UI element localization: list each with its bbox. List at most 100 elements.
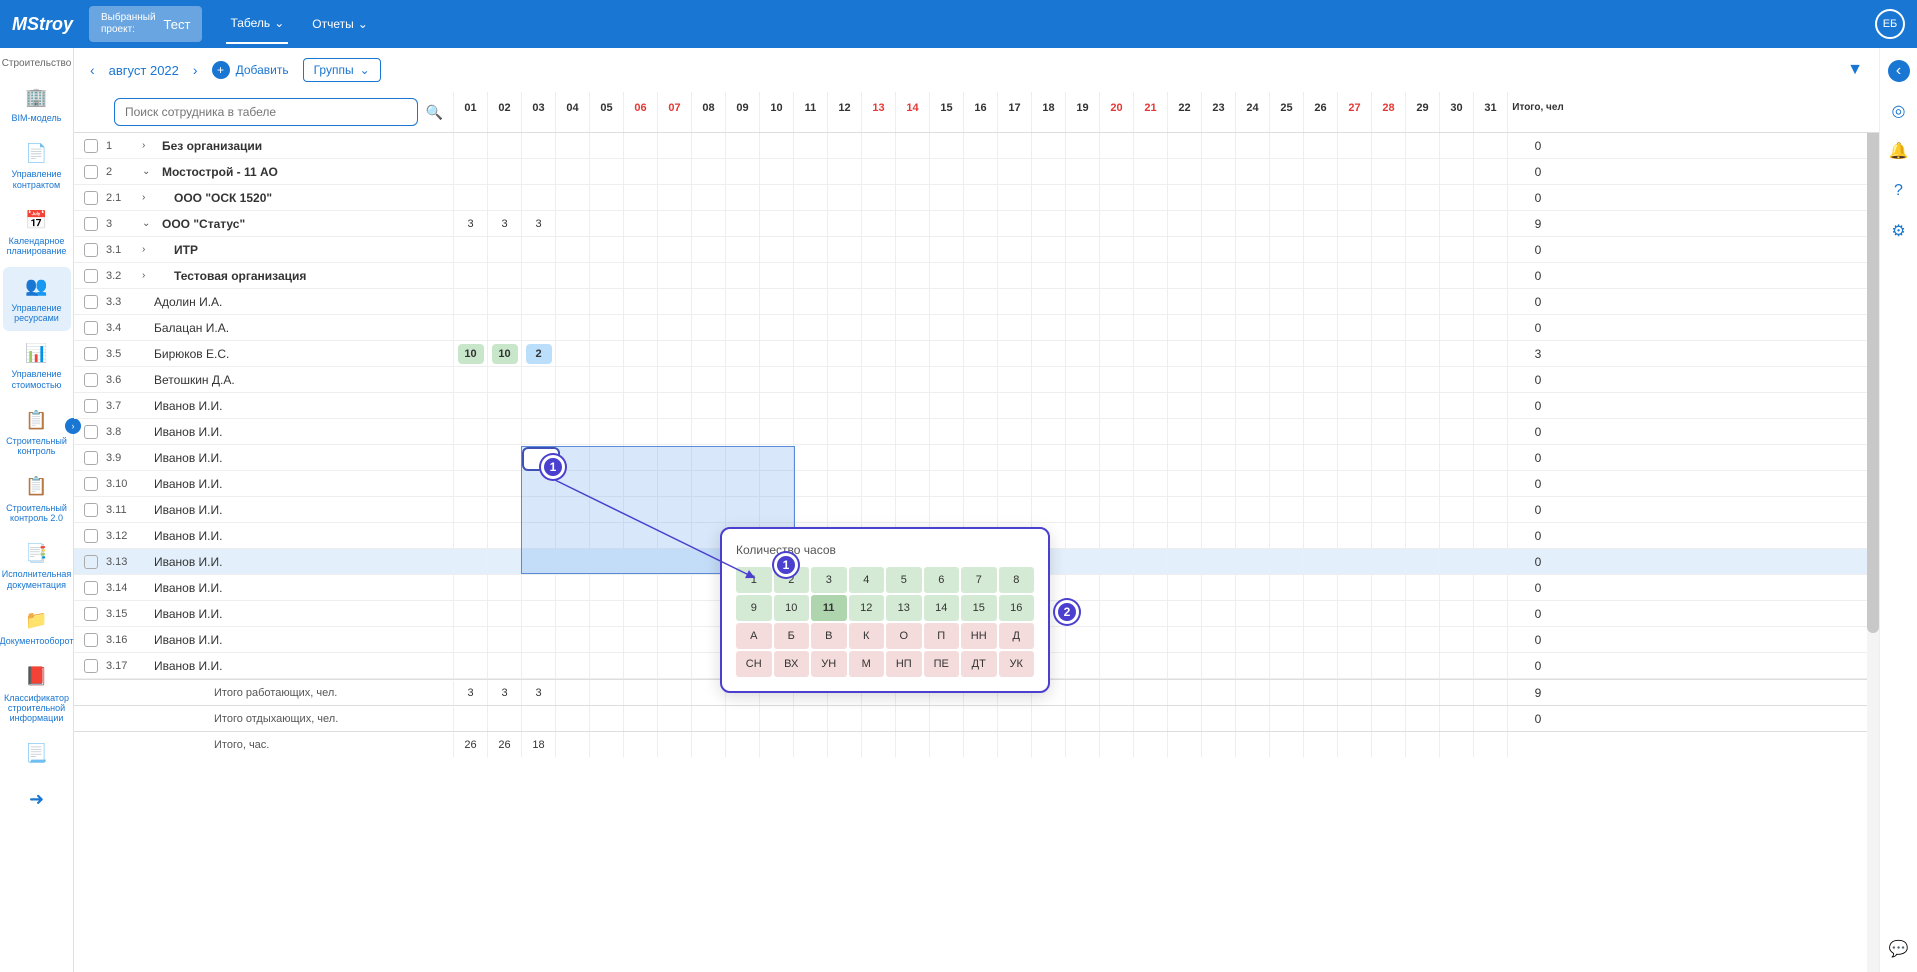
cell[interactable] <box>1406 653 1440 678</box>
hour-button[interactable]: 6 <box>924 567 960 593</box>
cell[interactable] <box>556 289 590 314</box>
sidebar-item[interactable]: 📃 <box>3 734 71 778</box>
cell[interactable] <box>1440 627 1474 652</box>
cell[interactable] <box>862 159 896 184</box>
cell[interactable] <box>522 133 556 158</box>
row-checkbox[interactable] <box>84 503 98 517</box>
sidebar-item[interactable]: 👥Управление ресурсами <box>3 267 71 332</box>
cell[interactable] <box>930 393 964 418</box>
cell[interactable] <box>1134 575 1168 600</box>
cell[interactable] <box>862 367 896 392</box>
cell[interactable] <box>1474 445 1508 470</box>
cell[interactable] <box>1270 237 1304 262</box>
cell[interactable] <box>1100 211 1134 236</box>
cell[interactable] <box>1406 445 1440 470</box>
cell[interactable] <box>1474 497 1508 522</box>
cell[interactable] <box>1338 601 1372 626</box>
cell[interactable] <box>930 133 964 158</box>
cell[interactable] <box>590 237 624 262</box>
hour-button[interactable]: 4 <box>849 567 885 593</box>
chat-icon[interactable]: 💬 <box>1888 938 1910 960</box>
sidebar-item[interactable]: 📅Календарное планирование <box>3 200 71 265</box>
cell[interactable] <box>1304 549 1338 574</box>
cell[interactable] <box>1304 237 1338 262</box>
cell[interactable] <box>488 289 522 314</box>
cell[interactable] <box>488 575 522 600</box>
cell[interactable] <box>862 341 896 366</box>
cell[interactable] <box>1338 471 1372 496</box>
cell[interactable] <box>964 341 998 366</box>
cell[interactable] <box>794 445 828 470</box>
expand-icon[interactable]: › <box>142 140 154 151</box>
cell[interactable]: 2 <box>522 341 556 366</box>
cell[interactable] <box>1134 289 1168 314</box>
cell[interactable] <box>1372 575 1406 600</box>
cell[interactable] <box>1304 289 1338 314</box>
cell[interactable] <box>1338 575 1372 600</box>
expand-icon[interactable]: › <box>142 270 154 281</box>
cell[interactable] <box>828 289 862 314</box>
cell[interactable] <box>590 159 624 184</box>
cell[interactable] <box>590 315 624 340</box>
cell[interactable] <box>1440 445 1474 470</box>
cell[interactable] <box>1202 159 1236 184</box>
cell[interactable] <box>590 497 624 522</box>
cell[interactable] <box>1202 133 1236 158</box>
code-button[interactable]: В <box>811 623 847 649</box>
cell[interactable] <box>1406 133 1440 158</box>
cell[interactable] <box>590 211 624 236</box>
cell[interactable] <box>794 185 828 210</box>
cell[interactable] <box>794 419 828 444</box>
cell[interactable] <box>692 471 726 496</box>
cell[interactable] <box>1406 523 1440 548</box>
cell[interactable] <box>760 497 794 522</box>
cell[interactable] <box>624 211 658 236</box>
cell[interactable] <box>488 627 522 652</box>
code-button[interactable]: О <box>886 623 922 649</box>
sidebar-item[interactable]: 📊Управление стоимостью <box>3 333 71 398</box>
cell[interactable] <box>1236 393 1270 418</box>
expand-icon[interactable]: ⌄ <box>142 218 154 229</box>
code-button[interactable]: СН <box>736 651 772 677</box>
cell[interactable] <box>1270 367 1304 392</box>
cell[interactable] <box>1338 445 1372 470</box>
cell[interactable] <box>1134 445 1168 470</box>
cell[interactable] <box>1406 341 1440 366</box>
cell[interactable] <box>1270 263 1304 288</box>
cell[interactable] <box>862 419 896 444</box>
cell[interactable] <box>1236 211 1270 236</box>
cell[interactable] <box>1066 549 1100 574</box>
cell[interactable] <box>862 289 896 314</box>
cell[interactable] <box>1066 133 1100 158</box>
cell[interactable] <box>1406 419 1440 444</box>
cell[interactable] <box>454 289 488 314</box>
row-checkbox[interactable] <box>84 243 98 257</box>
cell[interactable] <box>556 211 590 236</box>
cell[interactable] <box>760 315 794 340</box>
cell[interactable] <box>1440 367 1474 392</box>
cell[interactable] <box>1372 419 1406 444</box>
cell[interactable] <box>556 627 590 652</box>
cell[interactable] <box>454 367 488 392</box>
cell[interactable] <box>1168 237 1202 262</box>
hour-button[interactable]: 9 <box>736 595 772 621</box>
cell[interactable] <box>1100 185 1134 210</box>
cell[interactable] <box>760 159 794 184</box>
cell[interactable] <box>1134 471 1168 496</box>
cell[interactable] <box>1372 471 1406 496</box>
hour-button[interactable]: 10 <box>774 595 810 621</box>
groups-dropdown[interactable]: Группы ⌄ <box>303 58 381 82</box>
cell[interactable] <box>1406 393 1440 418</box>
cell[interactable] <box>1304 627 1338 652</box>
cell[interactable] <box>998 341 1032 366</box>
cell[interactable] <box>1406 263 1440 288</box>
cell[interactable] <box>454 185 488 210</box>
cell[interactable] <box>726 419 760 444</box>
cell[interactable] <box>760 445 794 470</box>
code-button[interactable]: М <box>849 651 885 677</box>
cell[interactable] <box>1066 575 1100 600</box>
cell[interactable] <box>1236 341 1270 366</box>
code-button[interactable]: ДТ <box>961 651 997 677</box>
cell[interactable] <box>1202 185 1236 210</box>
row-checkbox[interactable] <box>84 165 98 179</box>
